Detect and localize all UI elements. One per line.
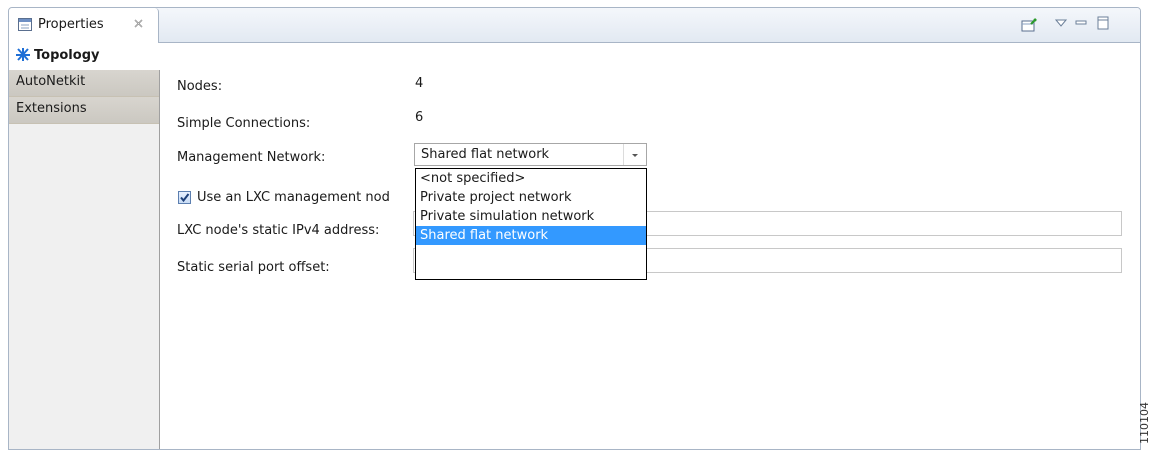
sidebar-item-label: AutoNetkit <box>16 74 86 89</box>
properties-view: Properties Topology AutoNetkit Extension… <box>8 7 1141 450</box>
topology-icon <box>16 48 30 61</box>
chevron-down-icon[interactable] <box>623 144 646 165</box>
view-menu-icon[interactable] <box>1055 19 1067 27</box>
sidebar-item-label: Extensions <box>16 101 87 116</box>
properties-icon <box>18 18 32 31</box>
nodes-value: 4 <box>415 76 424 91</box>
management-network-label: Management Network: <box>177 150 326 165</box>
sidebar: Topology AutoNetkit Extensions <box>9 43 160 449</box>
dropdown-option[interactable]: Private project network <box>416 188 646 207</box>
lxc-management-checkbox[interactable] <box>178 191 191 204</box>
lxc-ip-label: LXC node's static IPv4 address: <box>177 223 380 238</box>
sidebar-item-topology[interactable]: Topology <box>9 43 160 70</box>
serial-offset-label: Static serial port offset: <box>177 260 330 275</box>
nodes-label: Nodes: <box>177 79 223 94</box>
close-icon[interactable] <box>133 18 144 29</box>
view-tab-bar: Properties <box>9 8 1140 43</box>
checkmark-icon <box>180 193 190 203</box>
connections-label: Simple Connections: <box>177 116 311 131</box>
sidebar-item-label: Topology <box>34 48 100 63</box>
connections-value: 6 <box>415 110 424 125</box>
properties-tab[interactable]: Properties <box>9 8 159 43</box>
dropdown-option[interactable]: Private simulation network <box>416 207 646 226</box>
pin-editor-icon[interactable] <box>1021 18 1037 32</box>
dropdown-option[interactable]: <not specified> <box>416 169 646 188</box>
lxc-checkbox-label: Use an LXC management nod <box>197 190 390 205</box>
figure-id-mark: 110104 <box>1138 402 1150 444</box>
management-network-combo[interactable]: Shared flat network <box>414 143 647 166</box>
sidebar-item-autonetkit[interactable]: AutoNetkit <box>9 70 159 97</box>
dropdown-option-selected[interactable]: Shared flat network <box>416 226 646 245</box>
tab-title: Properties <box>38 17 104 32</box>
sidebar-item-extensions[interactable]: Extensions <box>9 97 159 124</box>
maximize-icon[interactable] <box>1097 16 1109 30</box>
combo-selected-value: Shared flat network <box>421 147 550 162</box>
management-network-dropdown: <not specified> Private project network … <box>415 168 647 280</box>
minimize-icon[interactable] <box>1075 19 1087 27</box>
